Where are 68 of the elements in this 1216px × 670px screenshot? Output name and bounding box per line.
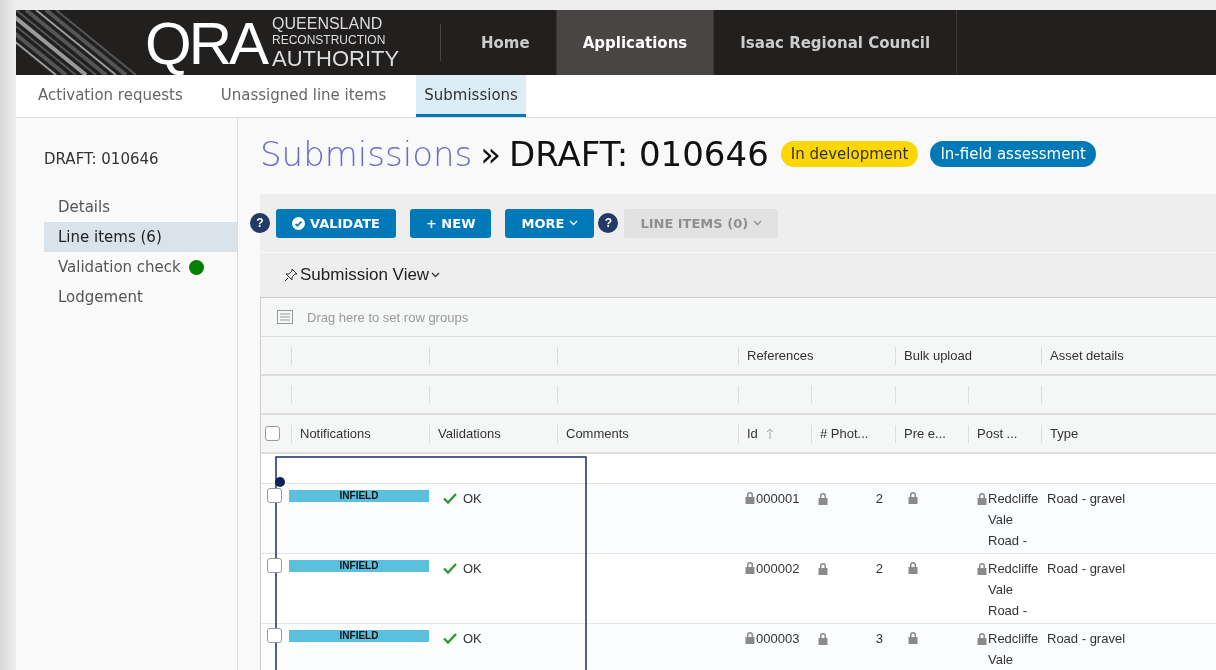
check-icon: [443, 563, 457, 574]
help-button[interactable]: ?: [598, 213, 619, 233]
column-group-header: Bulk upload: [904, 348, 972, 363]
column-header[interactable]: Type: [1050, 426, 1079, 441]
column-group-header: Asset details: [1050, 348, 1124, 363]
table-cell: 000002: [756, 561, 800, 576]
table-cell-text: Redcliffe Vale Road -: [988, 560, 1039, 620]
column-header[interactable]: Notifications: [300, 426, 371, 441]
column-header[interactable]: Pre e...: [904, 426, 946, 441]
table-cell-text: Redcliffe Vale: [988, 630, 1039, 669]
status-badge: In development: [780, 141, 919, 167]
table-cell-text: 3: [875, 630, 883, 648]
table-cell-text: 2: [875, 490, 883, 508]
column-header[interactable]: Comments: [566, 426, 629, 441]
nav-item[interactable]: Applications: [556, 10, 715, 75]
sub-tab[interactable]: Submissions: [416, 75, 526, 117]
table-cell-text: Road - gravel: [1047, 630, 1127, 648]
logo-text: QUEENSLAND: [272, 15, 384, 32]
logo-text: RECONSTRUCTION: [272, 33, 387, 46]
validation-status: OK: [463, 560, 482, 578]
validation-status: OK: [463, 630, 482, 648]
page-title: DRAFT: 010646: [509, 134, 769, 174]
new-button[interactable]: + NEW: [409, 208, 492, 238]
pin-icon: [284, 268, 298, 282]
drop-zone-hint: Drag here to set row groups: [307, 309, 469, 325]
validation-status: OK: [463, 490, 482, 508]
notification-tag: INFIELD: [289, 560, 429, 572]
logo-text: AUTHORITY: [272, 47, 400, 70]
sidebar-item[interactable]: Lodgement: [44, 282, 237, 312]
sidebar-title: DRAFT: 010646: [44, 150, 160, 168]
status-badge: In-field assessment: [930, 141, 1096, 167]
view-selector[interactable]: Submission View: [284, 265, 441, 285]
help-button[interactable]: ?: [250, 213, 270, 233]
table-cell-text: Redcliffe Vale Road -: [988, 490, 1039, 550]
sub-tab[interactable]: Unassigned line items: [212, 75, 395, 117]
breadcrumb-link[interactable]: Submissions: [260, 134, 473, 174]
table-cell-text: Road - gravel: [1047, 560, 1127, 578]
caret-icon: [569, 220, 579, 226]
column-header[interactable]: # Phot...: [820, 426, 869, 441]
select-all-checkbox[interactable]: [265, 426, 280, 441]
sub-tab[interactable]: Activation requests: [30, 75, 191, 117]
notification-tag: INFIELD: [289, 490, 429, 502]
sidebar-item[interactable]: Validation check: [44, 252, 237, 282]
check-icon: [443, 493, 457, 504]
row-group-icon: [277, 310, 293, 324]
sort-up-icon: [765, 428, 774, 439]
check-circle-icon: [292, 216, 305, 230]
column-header[interactable]: Post ...: [977, 426, 1018, 441]
row-checkbox[interactable]: [267, 558, 282, 573]
check-icon: [443, 633, 457, 644]
sidebar-item[interactable]: Details: [44, 192, 237, 222]
table-cell-text: 2: [875, 560, 883, 578]
caret-icon: [431, 272, 441, 278]
caret-icon: [753, 220, 763, 226]
notification-tag: INFIELD: [289, 630, 429, 642]
table-cell-text: Road - gravel: [1047, 490, 1127, 508]
row-checkbox[interactable]: [267, 488, 282, 503]
table-cell: 000003: [756, 631, 800, 646]
logo-mark: QRA: [145, 13, 267, 74]
breadcrumb-separator: »: [480, 134, 502, 174]
table-cell: 000001: [756, 491, 800, 506]
validate-button[interactable]: VALIDATE: [276, 208, 396, 238]
column-header[interactable]: Id: [747, 426, 774, 441]
sidebar-item[interactable]: Line items (6): [44, 222, 237, 252]
column-group-header: References: [747, 348, 814, 363]
menu-button[interactable]: MORE: [505, 208, 595, 238]
column-header[interactable]: Validations: [438, 426, 501, 441]
row-checkbox[interactable]: [267, 628, 282, 643]
